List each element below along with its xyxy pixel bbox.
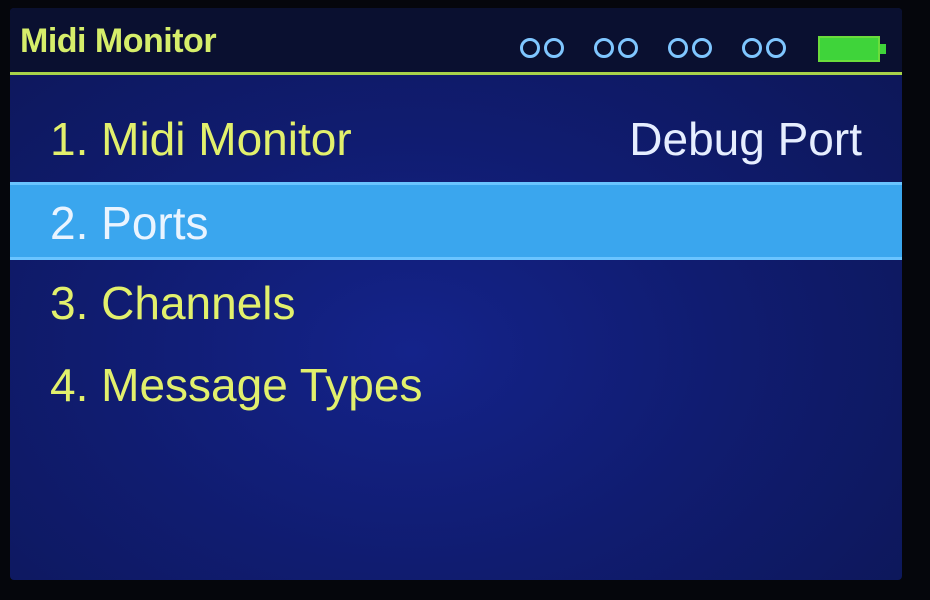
menu-item-ports[interactable]: 2. Ports bbox=[10, 182, 902, 260]
debug-port-label: Debug Port bbox=[629, 113, 862, 165]
port-status-ring-icon bbox=[742, 38, 762, 58]
port-status-ring-icon bbox=[520, 38, 540, 58]
port-status-icon bbox=[668, 38, 722, 64]
port-status-ring-icon bbox=[544, 38, 564, 58]
title-bar: Midi Monitor bbox=[10, 8, 902, 75]
menu-item-label: 3. Channels bbox=[50, 277, 296, 329]
menu-item-label: 2. Ports bbox=[50, 197, 209, 249]
port-status-ring-icon bbox=[692, 38, 712, 58]
port-status-icon bbox=[594, 38, 648, 64]
app-title: Midi Monitor bbox=[20, 22, 217, 60]
battery-full-icon bbox=[818, 36, 886, 62]
port-status-ring-icon bbox=[618, 38, 638, 58]
menu-item-midi-monitor[interactable]: 1. Midi Monitor Debug Port bbox=[10, 98, 902, 176]
battery-body bbox=[818, 36, 880, 62]
device-screen: Midi Monitor 1. Midi Monitor Debug Port … bbox=[10, 8, 902, 580]
menu-item-label: 4. Message Types bbox=[50, 359, 423, 411]
port-status-ring-icon bbox=[594, 38, 614, 58]
port-status-ring-icon bbox=[668, 38, 688, 58]
menu-item-label: 1. Midi Monitor bbox=[50, 113, 352, 165]
port-status-icon bbox=[742, 38, 796, 64]
port-status-ring-icon bbox=[766, 38, 786, 58]
battery-tip bbox=[880, 44, 886, 54]
port-status-icon bbox=[520, 38, 574, 64]
menu-item-channels[interactable]: 3. Channels bbox=[10, 262, 902, 340]
menu-item-message-types[interactable]: 4. Message Types bbox=[10, 344, 902, 422]
